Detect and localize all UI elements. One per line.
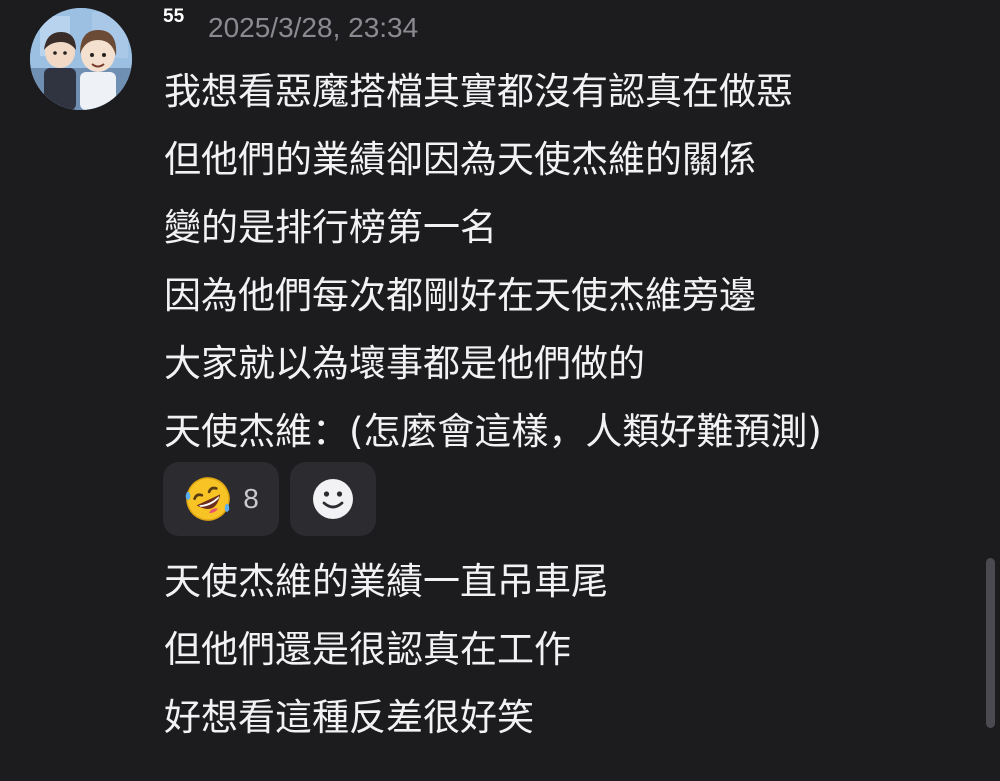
reaction-laughing-button[interactable]: 8 [163,462,279,536]
rolling-on-floor-laughing-icon [185,477,230,521]
message-line: 因為他們每次都剛好在天使杰維旁邊 [164,274,756,317]
username[interactable]: 55 [163,6,184,28]
message-line: 我想看惡魔搭檔其實都沒有認真在做惡 [164,70,793,113]
message-body: 我想看惡魔搭檔其實都沒有認真在做惡 但他們的業績卻因為天使杰維的關係 變的是排行… [164,58,822,466]
message-line: 天使杰維的業績一直吊車尾 [164,560,608,603]
message-line: 大家就以為壞事都是他們做的 [164,342,645,385]
reaction-count: 8 [243,483,259,514]
message-line: 但他們還是很認真在工作 [164,628,571,671]
smiley-face-icon [313,479,353,519]
avatar-illustration [30,8,132,110]
avatar[interactable] [30,8,132,110]
add-reaction-button[interactable] [290,462,376,536]
chat-view: 55 2025/3/28, 23:34 我想看惡魔搭檔其實都沒有認真在做惡 但他… [0,0,1000,781]
reply-message-body: 天使杰維的業績一直吊車尾 但他們還是很認真在工作 好想看這種反差很好笑 [164,548,608,752]
scrollbar-thumb[interactable] [986,558,995,728]
message-line: 好想看這種反差很好笑 [164,696,534,739]
message-line: 天使杰維：(怎麼會這樣，人類好難預測) [164,410,822,453]
timestamp: 2025/3/28, 23:34 [208,12,419,43]
reaction-bar: 8 [163,462,376,536]
message-line: 變的是排行榜第一名 [164,206,497,249]
message-line: 但他們的業績卻因為天使杰維的關係 [164,138,756,181]
